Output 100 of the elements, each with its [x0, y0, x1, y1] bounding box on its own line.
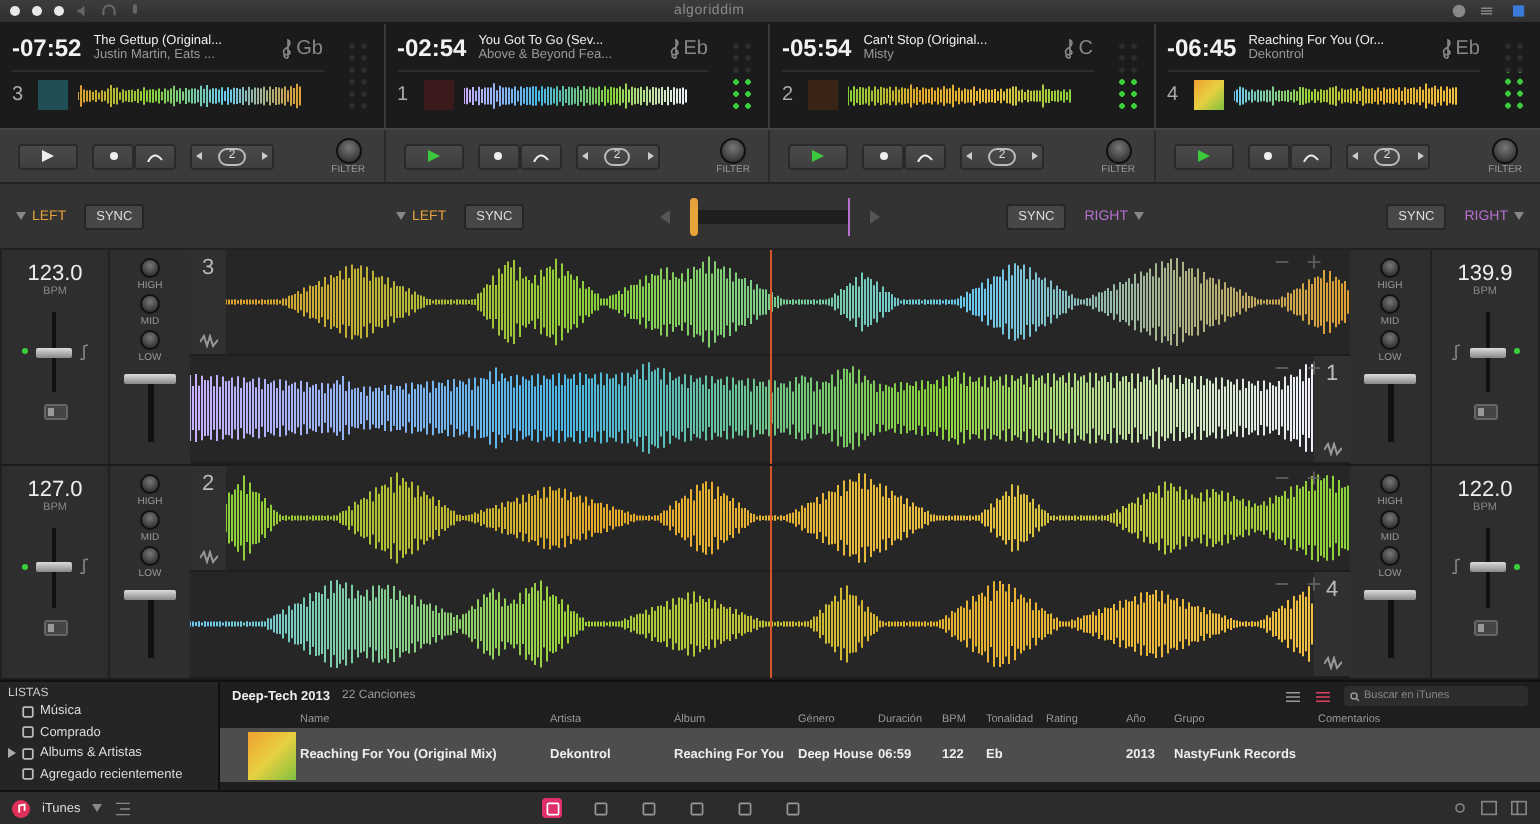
- dot-icon: [1264, 152, 1272, 160]
- headphones-icon: [102, 4, 116, 18]
- play-icon: [427, 150, 439, 162]
- track-key: C: [1078, 37, 1093, 59]
- left-arrow-icon[interactable]: [581, 152, 587, 160]
- volume-fader-handle[interactable]: [124, 374, 176, 384]
- play-icon: [812, 150, 824, 162]
- crossfader-marker: [848, 197, 850, 235]
- record-icon[interactable]: [1452, 4, 1466, 18]
- toggle-icon[interactable]: [43, 619, 67, 635]
- layout-icon[interactable]: [1478, 4, 1498, 18]
- toggle-icon[interactable]: [1473, 619, 1497, 635]
- bpm-value: 139.9: [1457, 262, 1513, 286]
- note-icon: [79, 558, 89, 574]
- track-key: Eb: [683, 37, 708, 59]
- toggle-icon[interactable]: [1473, 404, 1497, 420]
- left-arrow-icon[interactable]: [1351, 152, 1357, 160]
- square-icon: [785, 801, 800, 815]
- window-control[interactable]: [32, 6, 42, 16]
- filter-knob[interactable]: [1105, 137, 1132, 163]
- status-dot-icon: [21, 348, 27, 354]
- filter-knob[interactable]: [720, 137, 747, 163]
- library-view-button[interactable]: [542, 798, 563, 818]
- window-control[interactable]: [54, 6, 64, 16]
- play-icon: [42, 150, 54, 162]
- filter-knob[interactable]: [335, 137, 362, 163]
- left-arrow-icon[interactable]: [966, 152, 972, 160]
- pitch-fader-handle[interactable]: [35, 347, 71, 357]
- bpm-value: 122.0: [1457, 477, 1513, 501]
- deck-number: 2: [782, 84, 796, 106]
- clef-icon: [1062, 37, 1077, 59]
- panel-icon[interactable]: [1480, 800, 1498, 816]
- square-icon: [545, 801, 560, 815]
- list-view-icon[interactable]: [1284, 689, 1302, 703]
- toggle-icon[interactable]: [43, 404, 67, 420]
- album-art-placeholder: [38, 80, 68, 110]
- cue-button[interactable]: [862, 143, 904, 169]
- deck-number: 1: [1325, 362, 1339, 387]
- deck-number: 3: [12, 84, 26, 106]
- loop-button[interactable]: [134, 143, 176, 169]
- detail-view-icon[interactable]: [1314, 689, 1332, 703]
- square-icon: [641, 801, 656, 815]
- window-control[interactable]: [10, 6, 20, 16]
- cue-button[interactable]: [92, 143, 134, 169]
- album-art-placeholder: [248, 731, 296, 779]
- cue-button[interactable]: [477, 143, 519, 169]
- status-dot-icon: [1513, 563, 1519, 569]
- pitch-fader-handle[interactable]: [35, 562, 71, 572]
- volume-fader-handle[interactable]: [1364, 374, 1416, 384]
- brightness-icon[interactable]: [1452, 800, 1468, 816]
- waveform-icon: [1323, 656, 1341, 670]
- status-dot-icon: [1513, 348, 1519, 354]
- deck-number: 4: [1167, 84, 1181, 106]
- album-art-placeholder: [808, 80, 838, 110]
- remaining-time: -02:54: [397, 34, 467, 62]
- remaining-time: -06:45: [1167, 34, 1237, 62]
- album-art-placeholder: [1193, 80, 1223, 110]
- waveform-icon: [1323, 441, 1341, 455]
- dot-icon: [494, 152, 502, 160]
- loop-button[interactable]: [904, 143, 946, 169]
- right-arrow-icon[interactable]: [647, 152, 653, 160]
- volume-fader-handle[interactable]: [124, 589, 176, 599]
- left-arrow-icon[interactable]: [196, 152, 202, 160]
- caret-icon: [396, 212, 406, 220]
- track-key: Eb: [1455, 37, 1480, 59]
- note-icon: [1451, 558, 1461, 574]
- remaining-time: -07:52: [12, 34, 82, 62]
- bpm-value: 123.0: [27, 262, 83, 286]
- right-arrow-icon[interactable]: [262, 152, 268, 160]
- clef-icon: [667, 37, 682, 59]
- pitch-fader-handle[interactable]: [1469, 347, 1505, 357]
- sidebar-icon[interactable]: [1510, 800, 1528, 816]
- zoom-in-icon[interactable]: [1306, 469, 1322, 485]
- right-arrow-icon[interactable]: [1032, 152, 1038, 160]
- filter-knob[interactable]: [1492, 137, 1519, 163]
- play-button[interactable]: [1173, 143, 1233, 169]
- play-button[interactable]: [18, 143, 78, 169]
- caret-icon: [16, 212, 26, 220]
- loop-button[interactable]: [519, 143, 561, 169]
- right-arrow-icon[interactable]: [1417, 152, 1423, 160]
- caret-icon: [92, 804, 103, 812]
- status-dot-icon: [21, 563, 27, 569]
- play-button[interactable]: [788, 143, 848, 169]
- play-button[interactable]: [403, 143, 463, 169]
- expand-arrow-icon[interactable]: [8, 748, 16, 759]
- dot-icon: [879, 152, 887, 160]
- zoom-in-icon[interactable]: [1306, 360, 1322, 377]
- queue-icon[interactable]: [114, 801, 133, 815]
- remaining-time: -05:54: [782, 34, 852, 62]
- clef-icon: [280, 37, 295, 59]
- cue-button[interactable]: [1247, 143, 1289, 169]
- clef-icon: [1439, 37, 1454, 59]
- crossfader-handle[interactable]: [690, 197, 698, 235]
- deck-number: 4: [1325, 577, 1339, 602]
- view-icon[interactable]: [1510, 4, 1530, 18]
- pitch-fader-handle[interactable]: [1469, 562, 1505, 572]
- loop-button[interactable]: [1289, 143, 1331, 169]
- arc-icon: [916, 151, 934, 161]
- zoom-in-icon[interactable]: [1306, 575, 1322, 592]
- volume-fader-handle[interactable]: [1364, 589, 1416, 599]
